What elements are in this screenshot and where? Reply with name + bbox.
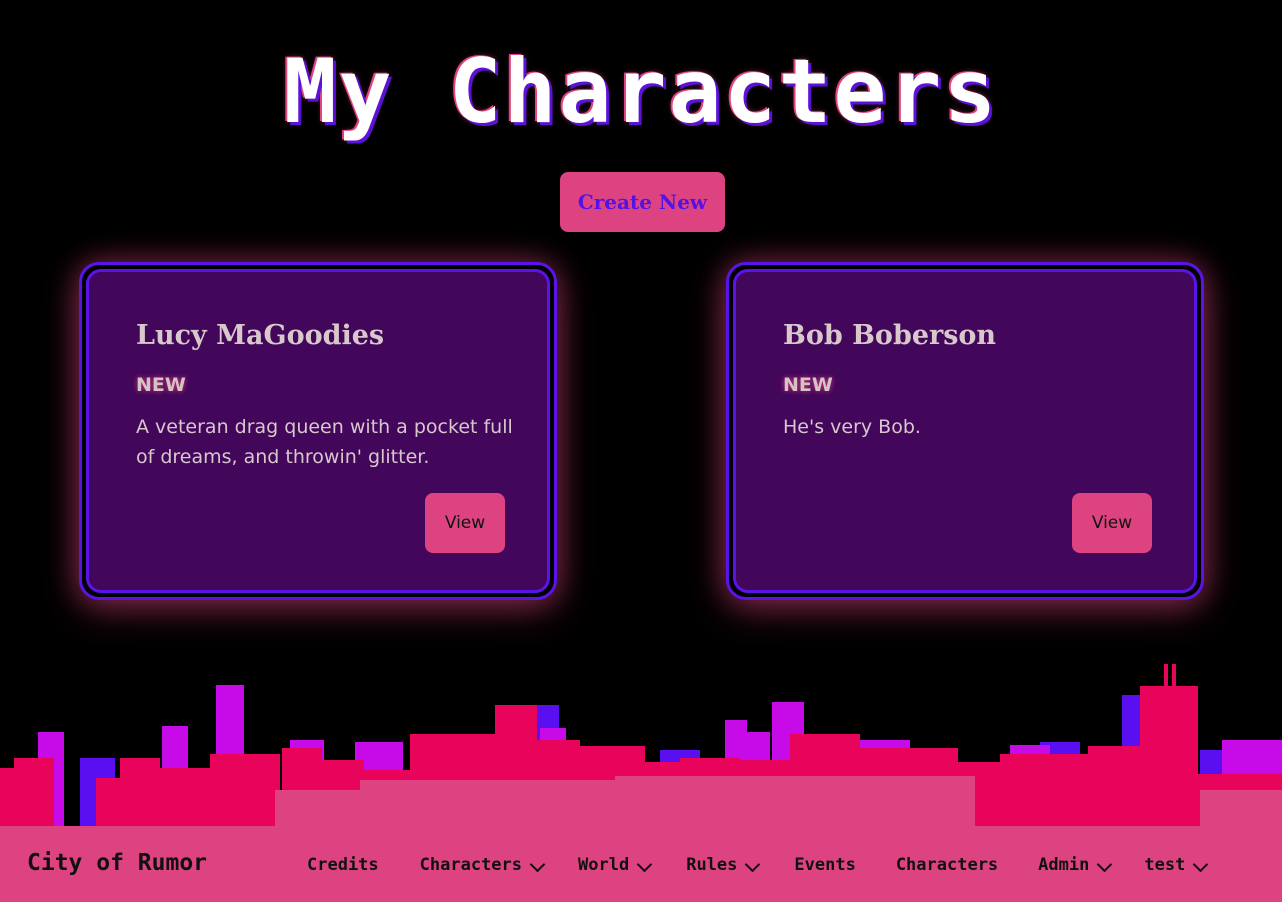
nav-item-label: Rules [686, 855, 738, 875]
chevron-down-icon [745, 856, 761, 872]
nav-item-label: World [578, 855, 630, 875]
character-name: Lucy MaGoodies [136, 320, 385, 351]
nav-menu: Credits Characters World Rules Events Ch… [307, 855, 1209, 875]
page-title: My Characters [283, 40, 999, 143]
nav-item-events[interactable]: Events [794, 855, 855, 875]
main-navbar: City of Rumor Credits Characters World R… [0, 826, 1282, 902]
character-card-inner: Lucy MaGoodies NEW A veteran drag queen … [86, 269, 550, 593]
character-description: He's very Bob. [783, 416, 921, 438]
character-card-inner: Bob Boberson NEW He's very Bob. View [733, 269, 1197, 593]
chevron-down-icon [1193, 856, 1209, 872]
city-skyline-image [0, 664, 1282, 826]
character-status-badge: NEW [783, 374, 833, 396]
brand-link[interactable]: City of Rumor [27, 850, 207, 876]
view-character-button[interactable]: View [425, 493, 505, 553]
chevron-down-icon [636, 856, 653, 872]
chevron-down-icon [529, 856, 546, 872]
nav-item-credits[interactable]: Credits [307, 855, 379, 875]
nav-item-label: Admin [1038, 855, 1090, 875]
nav-item-label: Events [794, 855, 856, 875]
nav-item-admin-dropdown[interactable]: Admin [1038, 855, 1113, 875]
character-description: A veteran drag queen with a pocket full … [136, 416, 513, 468]
view-character-button[interactable]: View [1072, 493, 1152, 553]
character-card: Bob Boberson NEW He's very Bob. View [726, 262, 1204, 600]
character-status-badge: NEW [136, 374, 186, 396]
nav-item-world-dropdown[interactable]: World [578, 855, 653, 875]
nav-item-label: Characters [419, 855, 523, 875]
character-name: Bob Boberson [783, 320, 997, 351]
chevron-down-icon [1097, 856, 1113, 872]
nav-item-characters-dropdown[interactable]: Characters [419, 855, 546, 875]
character-card: Lucy MaGoodies NEW A veteran drag queen … [79, 262, 557, 600]
nav-item-label: Characters [895, 855, 999, 875]
nav-item-label: test [1144, 855, 1186, 875]
nav-item-characters[interactable]: Characters [896, 855, 998, 875]
create-new-button[interactable]: Create New [560, 172, 725, 232]
nav-item-label: Credits [307, 855, 379, 875]
nav-item-rules-dropdown[interactable]: Rules [686, 855, 761, 875]
nav-item-user-dropdown[interactable]: test [1144, 855, 1209, 875]
